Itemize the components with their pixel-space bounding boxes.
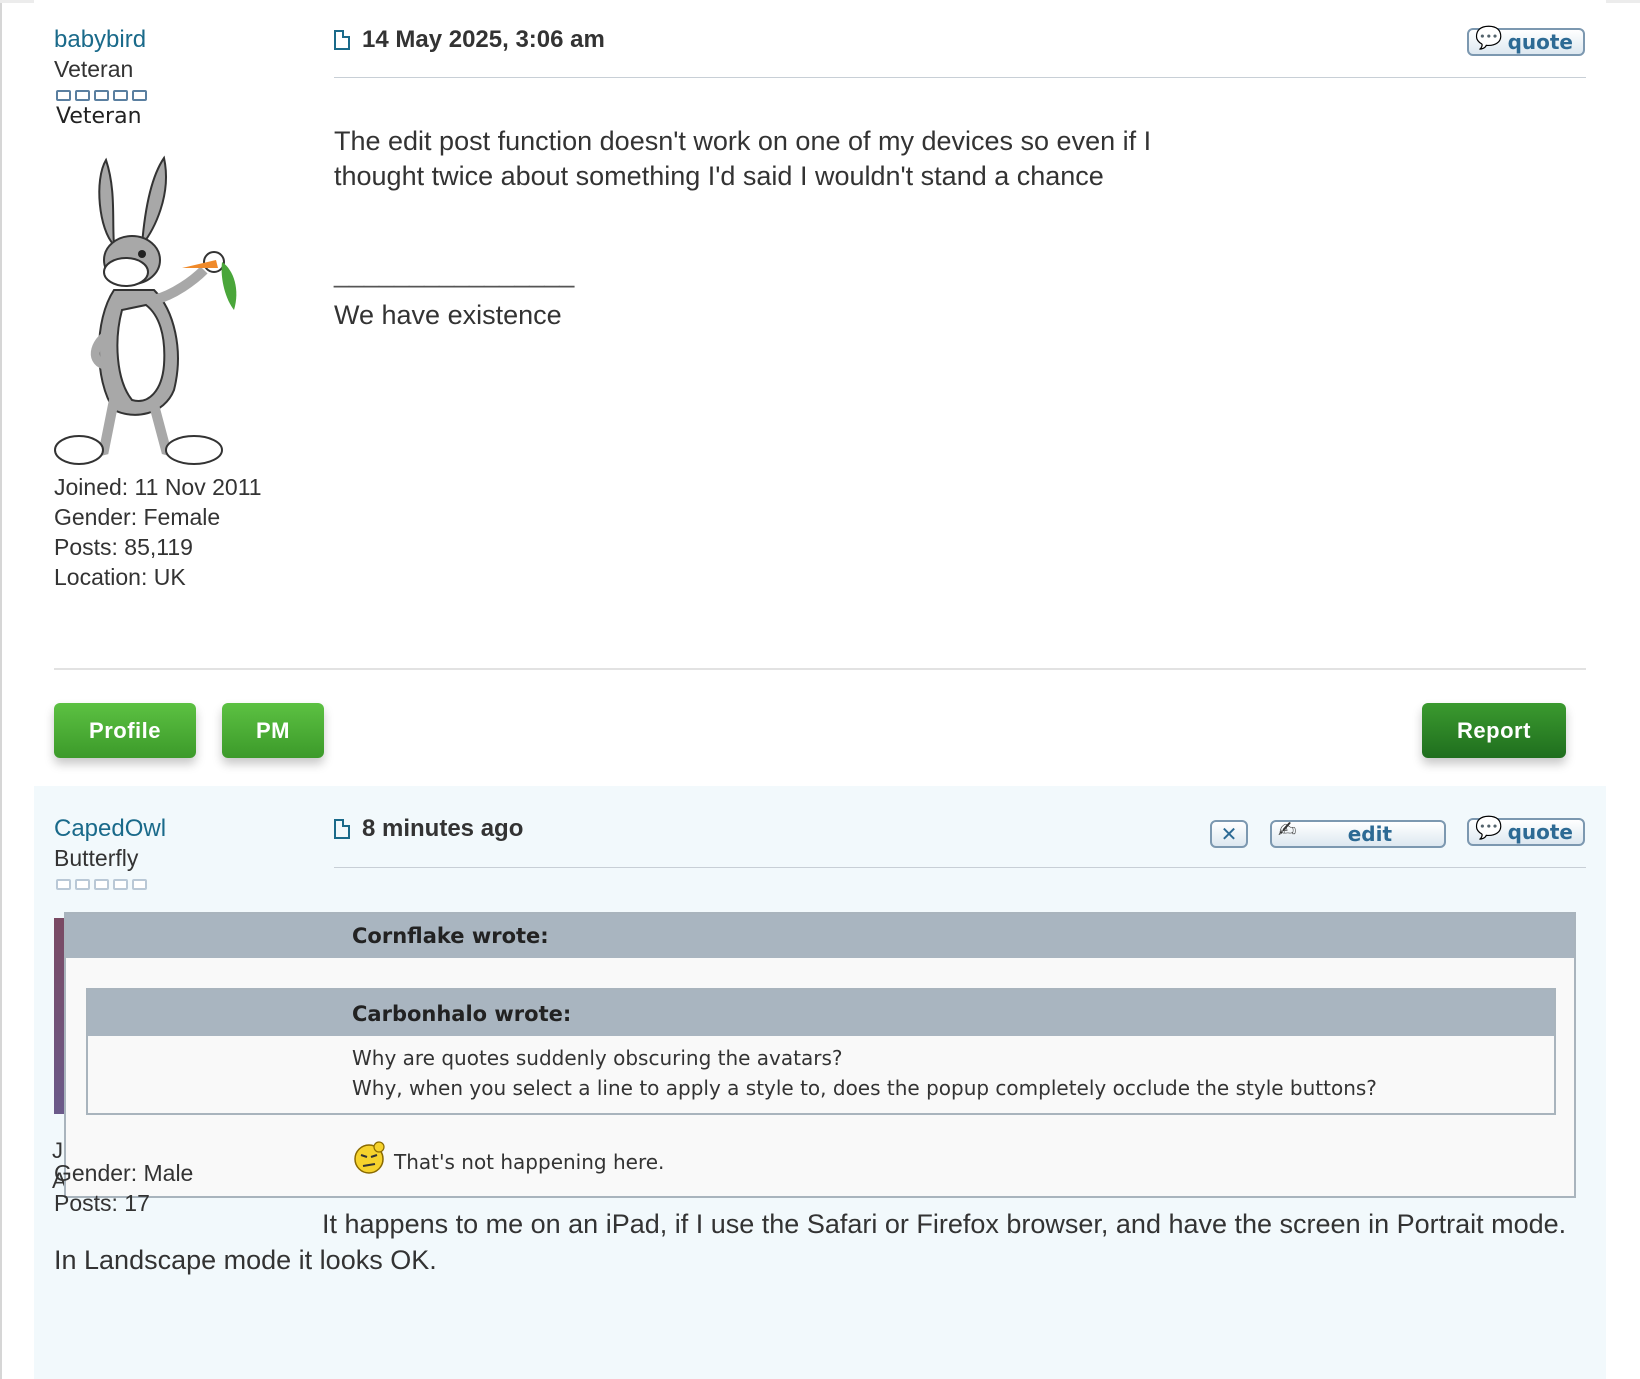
author-gender: Gender: Female	[54, 504, 221, 530]
post-body-line: The edit post function doesn't work on o…	[334, 126, 1152, 156]
rank-image	[56, 879, 147, 890]
close-icon: ✕	[1220, 822, 1238, 846]
bugs-bunny-avatar	[54, 155, 237, 465]
post-header-divider	[334, 867, 1586, 868]
quote-button-label: quote	[1507, 820, 1573, 844]
post-header-divider	[334, 77, 1586, 78]
post-author-link[interactable]: CapedOwl	[54, 815, 166, 843]
nested-quote-author: Carbonhalo wrote:	[352, 1002, 572, 1026]
post-footer-divider	[54, 668, 1586, 670]
delete-button[interactable]: ✕	[1210, 820, 1248, 848]
quote-block: Cornflake wrote: Carbonhalo wrote: Why a…	[64, 912, 1576, 1198]
forum-post: babybird Veteran Veteran 14 May 2025, 3:…	[34, 0, 1606, 786]
edit-button[interactable]: ✍ edit	[1270, 818, 1446, 848]
signature-text: We have existence	[334, 300, 562, 330]
post-body-line: thought twice about something I'd said I…	[334, 161, 1104, 191]
annoyed-smiley-icon	[354, 1141, 385, 1174]
author-rank-title: Veteran	[54, 56, 134, 82]
post-date: 8 minutes ago	[334, 815, 523, 843]
post-date-text: 8 minutes ago	[362, 815, 524, 842]
post-author-link[interactable]: babybird	[54, 26, 146, 54]
pm-button[interactable]: PM	[222, 703, 324, 758]
post-link-icon[interactable]	[334, 819, 350, 839]
quote-header: Cornflake wrote:	[66, 914, 1574, 958]
post-date-text: 14 May 2025, 3:06 am	[362, 26, 605, 53]
post-link-icon[interactable]	[334, 30, 350, 50]
author-joined: Joined: 11 Nov 2011	[54, 474, 262, 500]
page-left-border	[0, 0, 2, 1379]
quote-button-label: quote	[1507, 30, 1573, 54]
post-body: It happens to me on an iPad, if I use th…	[54, 1209, 1567, 1275]
edit-pencil-icon: ✍	[1278, 818, 1297, 843]
nested-quote-line: Why are quotes suddenly obscuring the av…	[352, 1046, 843, 1070]
author-posts: Posts: 85,119	[54, 534, 193, 560]
profile-button[interactable]: Profile	[54, 703, 196, 758]
nested-quote-header: Carbonhalo wrote:	[88, 990, 1554, 1036]
report-button[interactable]: Report	[1422, 703, 1566, 758]
forum-post: CapedOwl Butterfly 8 minutes ago ✕ ✍ edi…	[34, 786, 1606, 1379]
speech-bubble-icon: 💬	[1475, 816, 1503, 841]
post-date: 14 May 2025, 3:06 am	[334, 26, 605, 54]
quote-reply: That's not happening here.	[352, 1140, 664, 1174]
quote-button[interactable]: 💬 quote	[1467, 816, 1585, 846]
quote-reply-text: That's not happening here.	[394, 1150, 665, 1174]
rank-image	[56, 90, 147, 101]
nested-quote-block: Carbonhalo wrote: Why are quotes suddenl…	[86, 988, 1556, 1115]
rank-image-label: Veteran	[56, 104, 142, 129]
speech-bubble-icon: 💬	[1475, 26, 1503, 51]
signature-divider: ________________	[334, 258, 575, 288]
author-location: Location: UK	[54, 564, 186, 590]
quote-author: Cornflake wrote:	[352, 924, 549, 948]
edit-button-label: edit	[1347, 822, 1392, 846]
author-gender: Gender: Male	[54, 1160, 194, 1186]
nested-quote-line: Why, when you select a line to apply a s…	[352, 1076, 1377, 1100]
author-rank-title: Butterfly	[54, 845, 139, 871]
quote-button[interactable]: 💬 quote	[1467, 26, 1585, 56]
